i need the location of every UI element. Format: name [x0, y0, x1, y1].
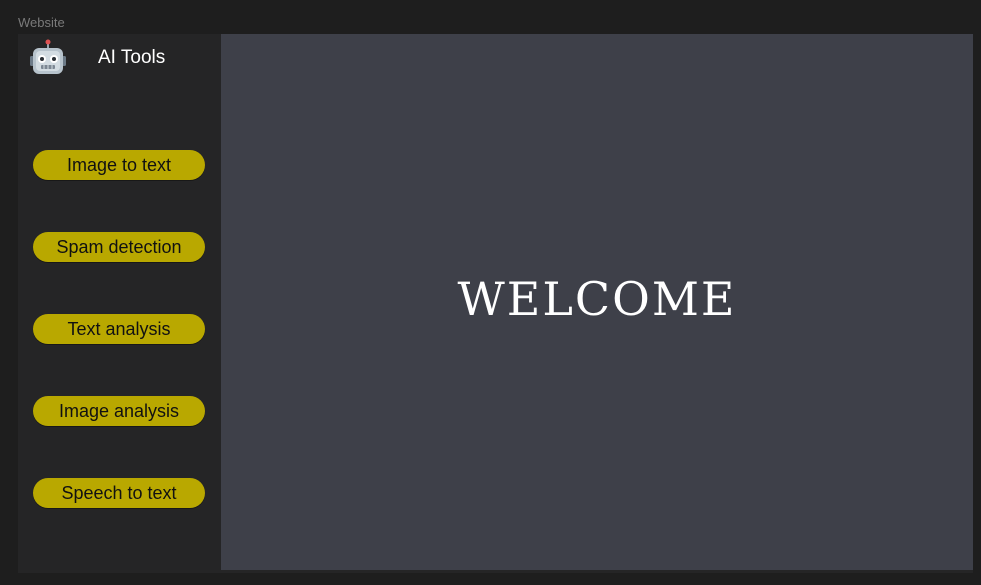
robot-icon	[30, 39, 66, 74]
image-to-text-button[interactable]: Image to text	[33, 150, 205, 180]
website-frame: AI Tools Image to text Spam detection Te…	[18, 34, 973, 573]
frame-label: Website	[18, 15, 65, 30]
main-content: WELCOME	[221, 34, 973, 570]
spam-detection-button[interactable]: Spam detection	[33, 232, 205, 262]
text-analysis-button[interactable]: Text analysis	[33, 314, 205, 344]
brand: AI Tools	[18, 34, 221, 82]
brand-title: AI Tools	[98, 47, 166, 68]
speech-to-text-button[interactable]: Speech to text	[33, 478, 205, 508]
sidebar: AI Tools Image to text Spam detection Te…	[18, 34, 221, 573]
welcome-heading: WELCOME	[457, 272, 737, 326]
image-analysis-button[interactable]: Image analysis	[33, 396, 205, 426]
